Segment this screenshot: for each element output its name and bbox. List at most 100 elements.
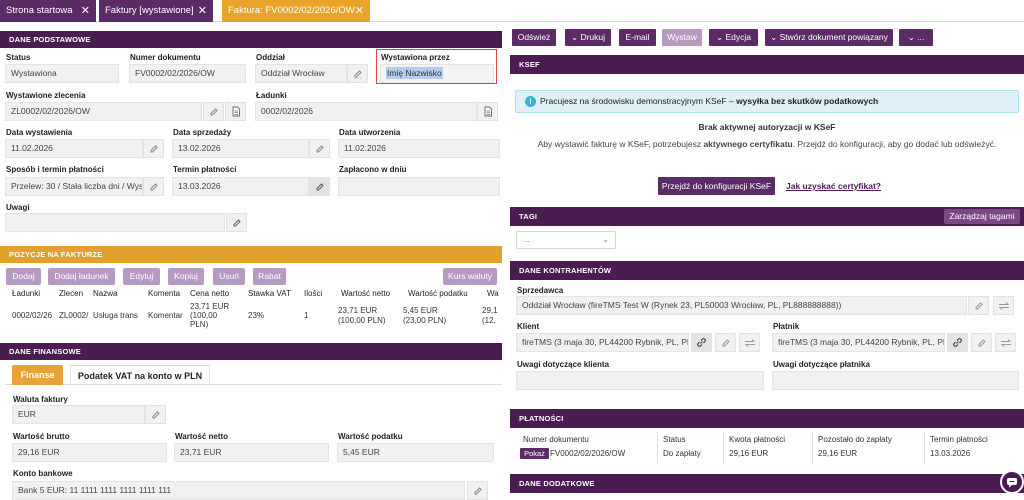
docnum-label: Numer dokumentu xyxy=(130,53,201,62)
sale-date-field: 13.02.2026 xyxy=(172,139,309,158)
row-net-line2: (100,00 PLN) xyxy=(338,316,386,325)
ksef-config-button[interactable]: Przejdź do konfiguracji KSeF xyxy=(658,177,775,195)
row-vat: 23% xyxy=(248,311,265,320)
issued-by-label: Wystawiona przez xyxy=(381,53,450,62)
edit-icon[interactable] xyxy=(309,177,330,196)
section-payments: PŁATNOŚCI xyxy=(510,409,1024,428)
add-load-button[interactable]: Dodaj ładunek xyxy=(48,268,115,285)
payment-label: Sposób i termin płatności xyxy=(6,165,104,174)
issued-by-field[interactable]: Imię Nazwisko xyxy=(380,64,494,83)
col-comment[interactable]: Komenta xyxy=(148,289,180,298)
issue-date-field: 11.02.2026 xyxy=(5,139,143,158)
link-icon[interactable] xyxy=(947,333,968,352)
tab-finance[interactable]: Finanse xyxy=(12,365,63,385)
col-divider xyxy=(723,432,724,464)
close-icon[interactable]: ✕ xyxy=(81,0,90,22)
chevron-down-icon: ⌄ xyxy=(602,235,609,244)
close-icon[interactable]: ✕ xyxy=(198,0,207,22)
ksef-info-banner: i Pracujesz na środowisku demonstracyjny… xyxy=(515,90,1019,113)
tab-invoice[interactable]: Faktura: FV0002/02/2026/OW ✕ xyxy=(222,0,370,22)
client-field: fireTMS (3 maja 30, PL44200 Rybnik, PL, … xyxy=(516,333,689,352)
edit-button[interactable]: ⌄ Edycja xyxy=(709,29,758,46)
status-label: Status xyxy=(6,53,31,62)
edit-icon[interactable] xyxy=(143,177,164,196)
row-order: ZL0002/ xyxy=(59,311,89,320)
tags-select[interactable]: ... ⌄ xyxy=(516,231,616,249)
row-price-line3: PLN) xyxy=(190,320,209,329)
col-loads[interactable]: Ładunki xyxy=(12,289,40,298)
refresh-button[interactable]: Odśwież xyxy=(512,29,556,46)
document-icon[interactable] xyxy=(477,102,498,121)
exchange-rate-button[interactable]: Kurs waluty xyxy=(443,268,497,285)
copy-button[interactable]: Kopiuj xyxy=(168,268,204,285)
payment-due: 13.03.2026 xyxy=(930,449,971,458)
payment-amount: 29,16 EUR xyxy=(729,449,769,458)
col-divider xyxy=(812,432,813,464)
paid-date-field[interactable] xyxy=(338,177,500,196)
col-net-price[interactable]: Cena netto xyxy=(190,289,229,298)
col-gross-value[interactable]: Wa xyxy=(487,289,499,298)
certificate-link[interactable]: Jak uzyskać certyfikat? xyxy=(786,181,881,191)
edit-item-button[interactable]: Edytuj xyxy=(123,268,160,285)
edit-icon[interactable] xyxy=(971,333,992,352)
row-comment: Komentar xyxy=(148,311,183,320)
print-button[interactable]: ⌄ Drukuj xyxy=(565,29,611,46)
client-notes-field xyxy=(516,371,764,390)
currency-field: EUR xyxy=(12,405,145,424)
edit-icon[interactable] xyxy=(226,213,247,232)
swap-icon[interactable] xyxy=(739,333,760,352)
seller-field: Oddział Wrocław (fireTMS Test W (Rynek 2… xyxy=(516,296,967,315)
more-button[interactable]: ⌄ ... xyxy=(899,29,933,46)
payment-remaining: 29,16 EUR xyxy=(818,449,858,458)
col-name[interactable]: Nazwa xyxy=(93,289,117,298)
row-net-line1: 23,71 EUR xyxy=(338,306,378,315)
manage-tags-button[interactable]: Zarządzaj tagami xyxy=(944,209,1020,224)
edit-icon[interactable] xyxy=(143,139,164,158)
document-icon[interactable] xyxy=(225,102,246,121)
col-tax-value[interactable]: Wartość podatku xyxy=(408,289,468,298)
col-net-value[interactable]: Wartość netto xyxy=(341,289,390,298)
swap-icon[interactable] xyxy=(993,296,1014,315)
col-quantity[interactable]: Ilości xyxy=(304,289,322,298)
tab-home[interactable]: Strona startowa ✕ xyxy=(0,0,96,22)
delete-button[interactable]: Usuń xyxy=(213,268,245,285)
info-icon: i xyxy=(525,96,536,107)
close-icon[interactable]: ✕ xyxy=(355,0,364,22)
payer-notes-field xyxy=(772,371,1019,390)
issue-button[interactable]: Wystaw xyxy=(662,29,702,46)
row-qty: 1 xyxy=(304,311,309,320)
branch-field: Oddział Wrocław xyxy=(255,64,347,83)
row-tax-line2: (23,00 PLN) xyxy=(403,316,447,325)
edit-icon[interactable] xyxy=(467,481,488,500)
edit-icon[interactable] xyxy=(715,333,736,352)
issue-date-label: Data wystawienia xyxy=(6,128,73,137)
section-additional-data: DANE DODATKOWE xyxy=(510,474,1024,493)
notes-field xyxy=(5,213,225,232)
discount-button[interactable]: Rabat xyxy=(253,268,286,285)
email-button[interactable]: E-mail xyxy=(619,29,656,46)
col-remaining: Pozostało do zapłaty xyxy=(818,435,892,444)
col-order[interactable]: Zlecen xyxy=(59,289,83,298)
chat-icon[interactable] xyxy=(1000,470,1024,494)
section-basic-data: DANE PODSTAWOWE xyxy=(0,31,502,48)
create-related-button[interactable]: ⌄ Stwórz dokument powiązany xyxy=(765,29,893,46)
col-vat-rate[interactable]: Stawka VAT xyxy=(248,289,291,298)
chevron-down-icon: ⌄ xyxy=(770,32,780,42)
created-field: 11.02.2026 xyxy=(338,139,500,158)
tab-invoices-issued[interactable]: Faktury [wystawione] ✕ xyxy=(99,0,213,22)
tab-vat-pln[interactable]: Podatek VAT na konto w PLN xyxy=(70,365,210,385)
edit-icon[interactable] xyxy=(145,405,166,424)
tax-label: Wartość podatku xyxy=(338,432,403,441)
swap-icon[interactable] xyxy=(995,333,1016,352)
edit-icon[interactable] xyxy=(968,296,989,315)
gross-label: Wartość brutto xyxy=(13,432,70,441)
show-button[interactable]: Pokaż xyxy=(520,448,549,459)
payment-status: Do zapłaty xyxy=(663,449,701,458)
edit-icon[interactable] xyxy=(203,102,224,121)
add-button[interactable]: Dodaj xyxy=(6,268,41,285)
gross-field: 29,16 EUR xyxy=(12,443,167,462)
edit-icon[interactable] xyxy=(309,139,330,158)
link-icon[interactable] xyxy=(691,333,712,352)
bank-field: Bank 5 EUR: 11 1111 1111 1111 1111 111 xyxy=(12,481,465,500)
edit-icon[interactable] xyxy=(347,64,368,83)
